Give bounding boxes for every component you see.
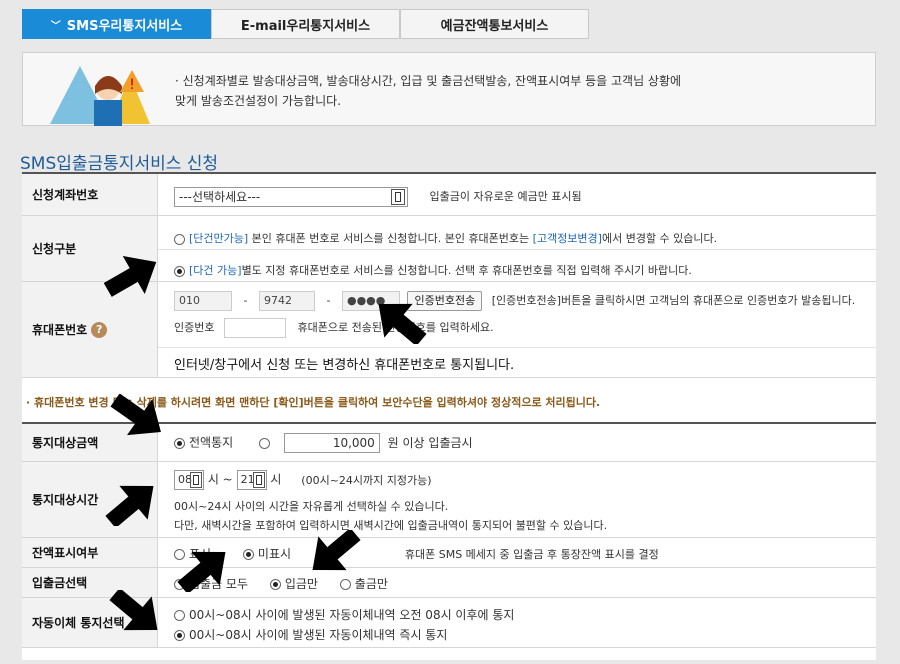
option-label: 00시~08시 사이에 발생된 자동이체내역 즉시 통지 (189, 628, 448, 642)
balance-hint: 휴대폰 SMS 메세지 중 입출금 후 통장잔액 표시를 결정 (404, 548, 659, 561)
help-icon[interactable]: ? (91, 321, 108, 338)
arrow-icon (110, 394, 161, 436)
phone-part1[interactable]: 010 (174, 291, 232, 311)
account-hint: 입출금이 자유로운 예금만 표시됨 (429, 190, 582, 203)
select-value: ---선택하세요--- (179, 190, 261, 204)
option-label: 출금만 (354, 577, 388, 591)
radio-single[interactable] (174, 233, 185, 245)
radio-amount-custom[interactable] (259, 437, 270, 449)
arrow-icon (105, 485, 154, 526)
tab-label: E-mail우리통지서비스 (240, 18, 371, 34)
phone-note: 인터넷/창구에서 신청 또는 변경하신 휴대폰번호로 통지됩니다. (174, 358, 515, 373)
option-text: 에서 변경할 수 있습니다. (601, 232, 718, 245)
row-account: 신청계좌번호 ---선택하세요--- 입출금이 자유로운 예금만 표시됨 (22, 174, 876, 216)
info-line: · 신청계좌별로 발송대상금액, 발송대상시간, 입급 및 출금선택발송, 잔액… (175, 74, 682, 88)
service-tabs: ﹀ SMS우리통지서비스 E-mail우리통지서비스 예금잔액통보서비스 (22, 9, 589, 39)
send-hint: [인증번호전송]버튼을 클릭하시면 고객님의 휴대폰으로 인증번호가 발송됩니다… (491, 294, 856, 307)
tab-label: SMS우리통지서비스 (66, 18, 183, 34)
account-select[interactable]: ---선택하세요--- (174, 187, 408, 207)
dropdown-icon (391, 189, 405, 205)
option-label: 입금만 (284, 577, 318, 591)
info-text: · 신청계좌별로 발송대상금액, 발송대상시간, 입급 및 출금선택발송, 잔액… (175, 71, 681, 111)
option-badge: [단건만가능] (189, 232, 249, 245)
tab-sms[interactable]: ﹀ SMS우리통지서비스 (22, 9, 211, 39)
option-label: 전액통지 (189, 435, 234, 450)
radio-amount-all[interactable] (174, 437, 185, 449)
svg-text:!: ! (129, 77, 135, 93)
time-desc1: 00시~24시 사이의 시간을 자유롭게 선택하실 수 있습니다. (174, 500, 449, 513)
option-badge: [다건 가능] (189, 264, 242, 277)
amount-suffix: 원 이상 입출금시 (387, 435, 473, 450)
row-label: 잔액표시여부 (22, 538, 158, 567)
time-desc2: 다만, 새벽시간을 포함하여 입력하시면 새벽시간에 입출금내역이 통지되어 불… (174, 519, 608, 532)
option-label: 00시~08시 사이에 발생된 자동이체내역 오전 08시 이후에 통지 (189, 608, 515, 622)
dropdown-icon (252, 472, 265, 488)
radio-inout-in[interactable] (269, 579, 281, 590)
arrow-icon (312, 530, 361, 571)
code-label: 인증번호 (174, 321, 215, 334)
arrow-icon (378, 303, 427, 344)
info-box: · 신청계좌별로 발송대상금액, 발송대상시간, 입급 및 출금선택발송, 잔액… (22, 52, 876, 126)
tab-email[interactable]: E-mail우리통지서비스 (211, 9, 400, 39)
dash: - (243, 294, 248, 307)
time-from-select[interactable]: 08 (174, 470, 204, 490)
amount-input[interactable]: 10,000 (283, 433, 380, 453)
customer-info-link[interactable]: [고객정보변경] (533, 232, 602, 245)
radio-balance-hide[interactable] (242, 549, 254, 560)
range-hint: (00시~24시까지 지정가능) (301, 473, 432, 487)
row-label: 신청계좌번호 (22, 174, 158, 215)
label-text: 휴대폰번호 (32, 323, 88, 337)
radio-multi[interactable] (174, 265, 185, 277)
service-illustration: ! (50, 66, 150, 126)
section-title: SMS입출금통지서비스 신청 (20, 154, 219, 174)
arrow-icon (177, 551, 226, 592)
radio-inout-out[interactable] (339, 579, 351, 590)
option-text: 본인 휴대폰 번호로 서비스를 신청합니다. 본인 휴대폰번호는 (248, 232, 533, 245)
arrow-icon (109, 590, 158, 631)
option-label: 미표시 (257, 547, 292, 561)
row-balance: 잔액표시여부 표시 미표시 휴대폰 SMS 메세지 중 입출금 후 통장잔액 표… (22, 538, 876, 568)
time-to-select[interactable]: 21 (236, 470, 267, 490)
unit-label: 시 ~ (207, 472, 233, 487)
arrow-icon (104, 255, 157, 297)
phone-part2[interactable]: 9742 (258, 291, 315, 311)
option-text: 별도 지정 휴대폰번호로 서비스를 신청합니다. 선택 후 휴대폰번호를 직접 … (241, 264, 692, 277)
tab-balance-notice[interactable]: 예금잔액통보서비스 (400, 9, 589, 39)
unit-label: 시 (270, 472, 282, 487)
info-line: 맞게 발송조건설정이 가능합니다. (175, 94, 342, 108)
chevron-down-icon: ﹀ (50, 20, 61, 32)
radio-auto-later[interactable] (174, 610, 185, 621)
radio-auto-now[interactable] (174, 630, 185, 641)
dropdown-icon (190, 472, 202, 488)
dash: - (326, 294, 331, 307)
code-input[interactable] (223, 318, 286, 338)
tab-label: 예금잔액통보서비스 (440, 18, 549, 34)
